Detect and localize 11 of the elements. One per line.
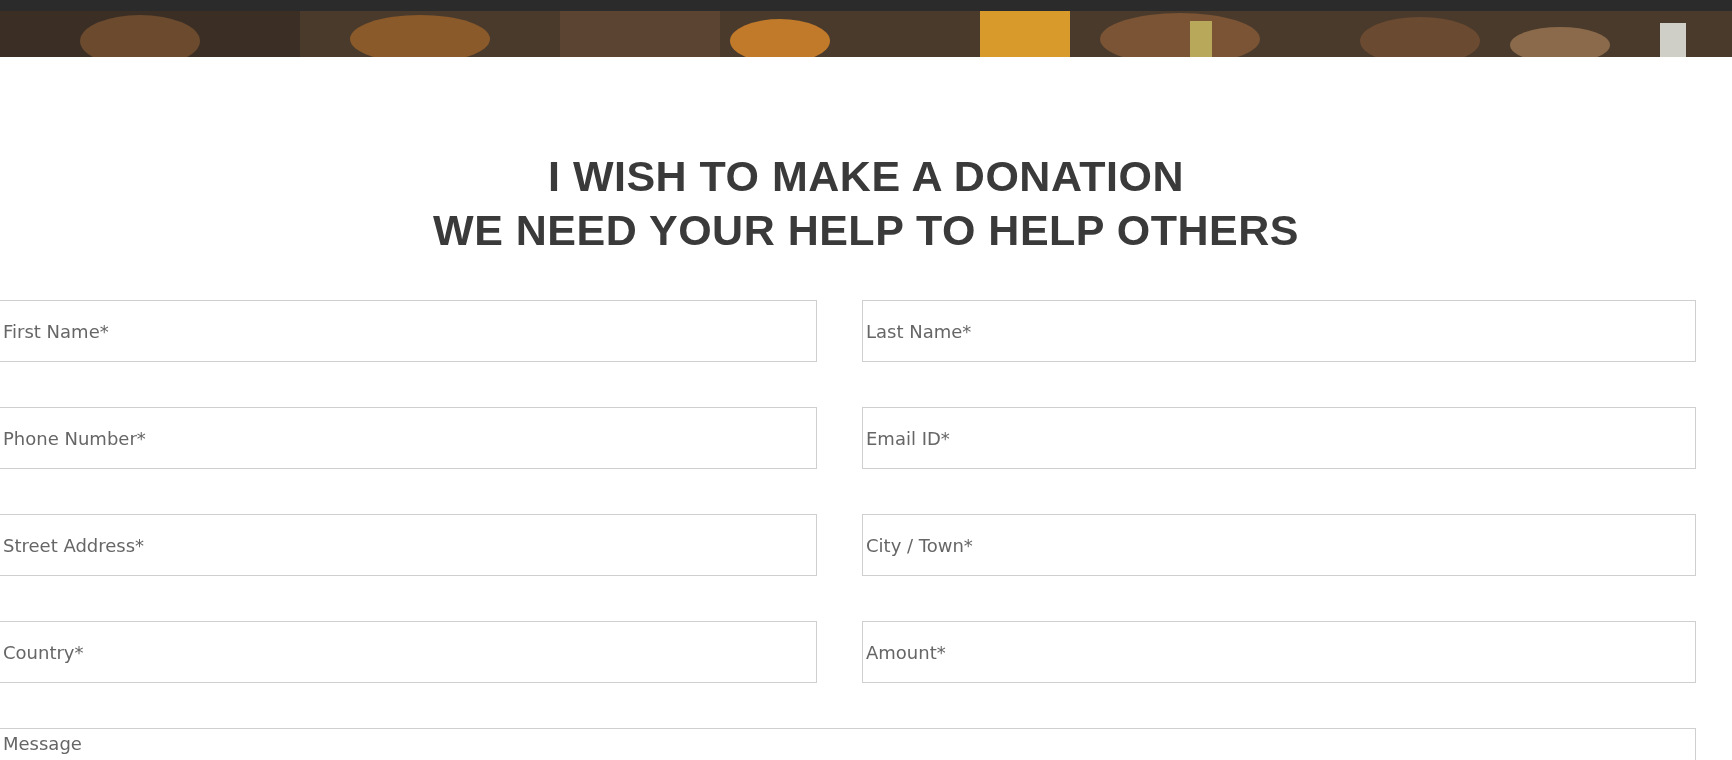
input-field[interactable]: City / Town* xyxy=(862,514,1696,576)
input-field[interactable]: Amount* xyxy=(862,621,1696,683)
input-field[interactable]: Phone Number* xyxy=(0,407,817,469)
message-field[interactable]: Message xyxy=(0,728,1696,760)
input-field[interactable]: First Name* xyxy=(0,300,817,362)
input-field[interactable]: Email ID* xyxy=(862,407,1696,469)
input-field[interactable]: Last Name* xyxy=(862,300,1696,362)
input-field[interactable]: Street Address* xyxy=(0,514,817,576)
section-heading: WE NEED YOUR HELP TO HELP OTHERS xyxy=(433,205,1299,256)
section-heading: I WISH TO MAKE A DONATION xyxy=(548,151,1184,202)
input-field[interactable]: Country* xyxy=(0,621,817,683)
